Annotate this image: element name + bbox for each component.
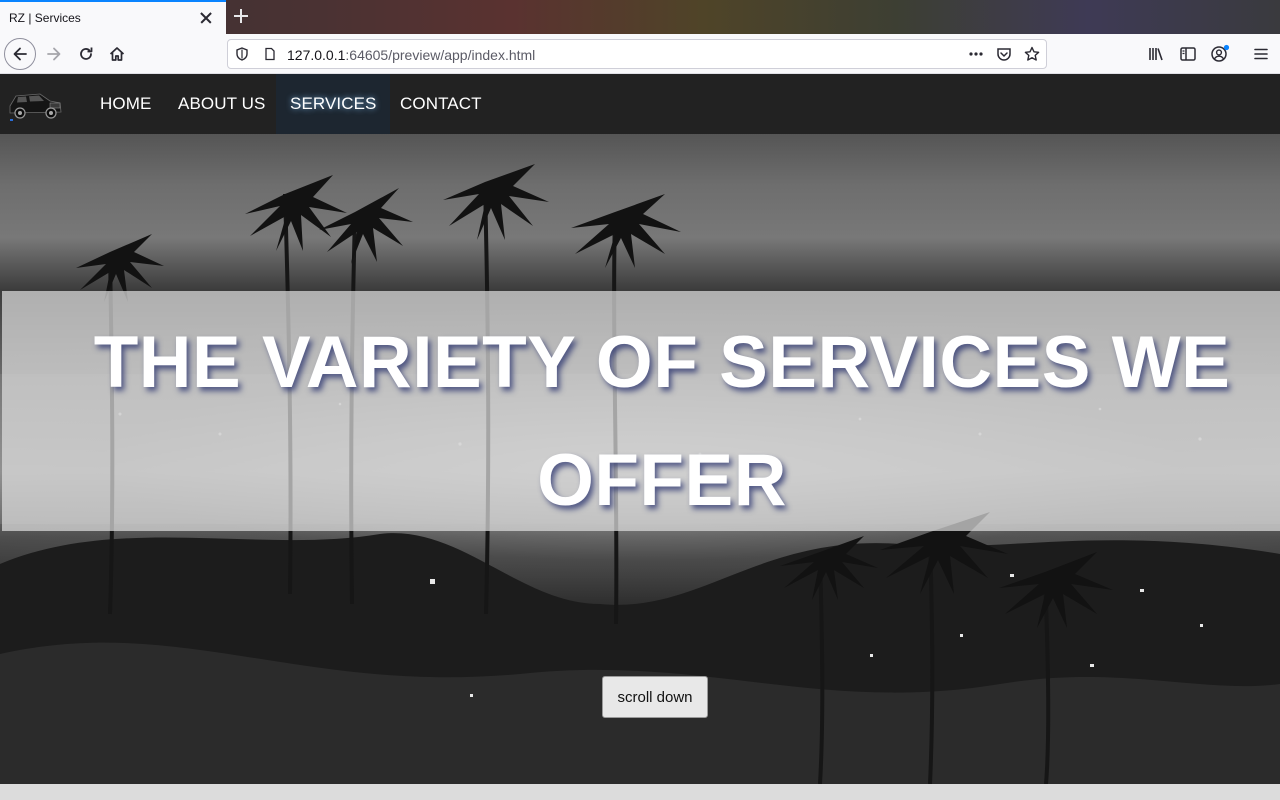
new-tab-icon[interactable] [232,7,250,25]
back-button[interactable] [4,38,36,70]
scroll-down-button[interactable]: scroll down [602,676,708,718]
hero-title: THE VARIETY OF SERVICES WE OFFER [93,322,1231,521]
nav-contact[interactable]: CONTACT [386,74,496,134]
url-path: :64605/preview/app/index.html [345,47,536,63]
web-page: HOME ABOUT US SERVICES CONTACT THE VARIE… [0,74,1280,800]
home-button[interactable] [101,38,133,70]
address-bar[interactable]: 127.0.0.1:64605/preview/app/index.html [227,39,1047,69]
back-arrow-icon [13,47,27,61]
browser-tab[interactable]: RZ | Services [0,0,226,34]
forward-arrow-icon [47,47,61,61]
pocket-icon[interactable] [996,46,1012,62]
account-icon[interactable] [1210,44,1230,64]
menu-icon[interactable] [1251,44,1271,64]
page-icon [262,46,278,62]
url-text[interactable]: 127.0.0.1:64605/preview/app/index.html [287,47,535,63]
shield-icon[interactable] [234,46,250,62]
home-icon [109,47,125,61]
nav-home[interactable]: HOME [86,74,165,134]
tab-title: RZ | Services [9,11,81,25]
reload-icon [80,47,93,60]
star-icon[interactable] [1024,46,1040,62]
sidebar-icon[interactable] [1178,44,1198,64]
nav-about-us[interactable]: ABOUT US [164,74,279,134]
close-tab-icon[interactable] [198,10,214,26]
more-icon[interactable] [968,46,984,62]
site-navbar: HOME ABOUT US SERVICES CONTACT [0,74,1280,134]
tab-strip: RZ | Services [0,0,1280,34]
url-host: 127.0.0.1 [287,47,346,63]
hero-section: THE VARIETY OF SERVICES WE OFFER scroll … [0,134,1280,784]
reload-button[interactable] [70,38,102,70]
nav-services[interactable]: SERVICES [276,74,391,134]
forward-button[interactable] [38,38,70,70]
truck-logo[interactable] [6,84,64,124]
browser-toolbar: 127.0.0.1:64605/preview/app/index.html [0,34,1280,74]
library-icon[interactable] [1146,44,1166,64]
